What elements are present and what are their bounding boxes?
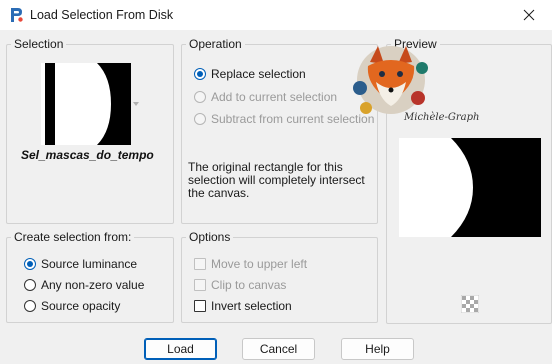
invert-selection-checkbox[interactable]: Invert selection	[194, 299, 292, 313]
checkbox-indicator	[194, 258, 206, 270]
preview-image	[399, 138, 541, 237]
radio-label: Add to current selection	[211, 90, 338, 104]
radio-indicator	[24, 279, 36, 291]
title-bar: Load Selection From Disk	[0, 0, 552, 30]
checkbox-label: Clip to canvas	[211, 278, 287, 292]
operation-group-label: Operation	[186, 37, 245, 51]
window-title: Load Selection From Disk	[30, 8, 174, 22]
replace-selection-radio[interactable]: Replace selection	[194, 67, 306, 81]
radio-indicator	[24, 258, 36, 270]
source-opacity-radio[interactable]: Source opacity	[24, 299, 120, 313]
radio-label: Replace selection	[211, 67, 306, 81]
cancel-button[interactable]: Cancel	[242, 338, 315, 360]
close-icon	[523, 9, 535, 21]
create-from-group-label: Create selection from:	[11, 230, 135, 244]
clip-to-canvas-checkbox[interactable]: Clip to canvas	[194, 278, 286, 292]
checkbox-indicator	[194, 279, 206, 291]
source-luminance-radio[interactable]: Source luminance	[24, 257, 137, 271]
operation-description: The original rectangle for this selectio…	[188, 160, 365, 200]
move-to-upper-left-checkbox[interactable]: Move to upper left	[194, 257, 307, 271]
checkbox-label: Move to upper left	[211, 257, 308, 271]
radio-indicator	[194, 113, 206, 125]
radio-indicator	[194, 91, 206, 103]
fox-watermark-image	[353, 46, 428, 114]
add-to-selection-radio[interactable]: Add to current selection	[194, 90, 337, 104]
checkbox-indicator	[194, 300, 206, 312]
help-button[interactable]: Help	[341, 338, 414, 360]
selection-name: Sel_mascas_do_tempo	[21, 148, 154, 162]
radio-label: Any non-zero value	[41, 278, 145, 292]
watermark-text: Michèle-Graph	[404, 112, 480, 123]
radio-label: Source opacity	[41, 299, 121, 313]
load-button[interactable]: Load	[144, 338, 217, 360]
selection-group-label: Selection	[11, 37, 67, 51]
checkerboard-icon[interactable]	[461, 295, 479, 313]
radio-indicator	[194, 68, 206, 80]
paintshop-pro-icon	[11, 8, 23, 22]
any-non-zero-value-radio[interactable]: Any non-zero value	[24, 278, 144, 292]
options-group-label: Options	[186, 230, 234, 244]
selection-thumbnail[interactable]	[41, 63, 131, 145]
chevron-down-icon[interactable]	[133, 101, 139, 107]
close-button[interactable]	[506, 0, 552, 30]
radio-label: Source luminance	[41, 257, 138, 271]
radio-indicator	[24, 300, 36, 312]
checkbox-label: Invert selection	[211, 299, 292, 313]
